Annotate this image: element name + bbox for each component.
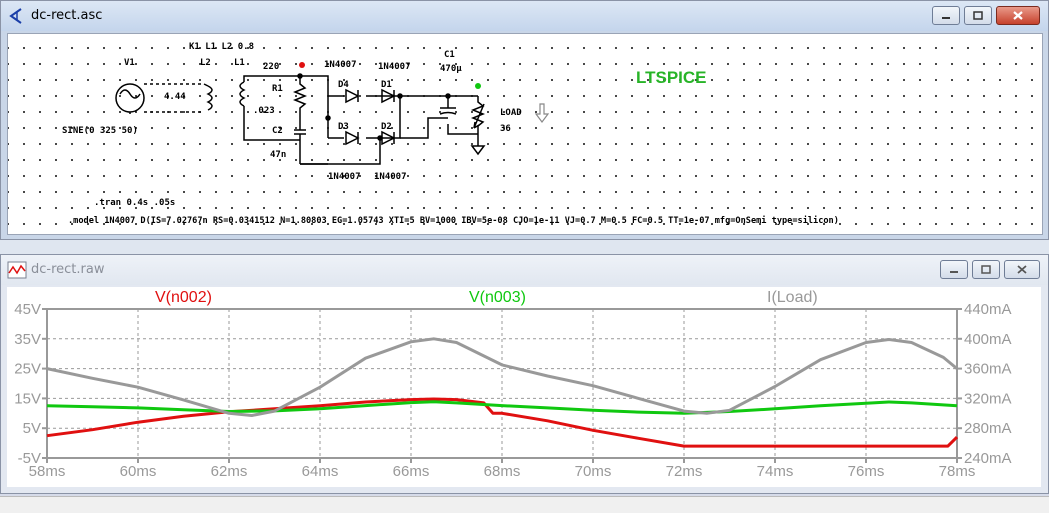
load-resistor-symbol (470, 96, 486, 146)
d4-label: D4 (338, 80, 349, 90)
load-value-label: 36 (500, 124, 511, 134)
y-left-tick-label: -5V (18, 450, 41, 467)
probe-red-dot (299, 62, 305, 68)
y-right-tick-label: 440mA (964, 301, 1012, 318)
x-tick-label: 74ms (757, 463, 794, 480)
maximize-icon (981, 265, 991, 274)
waveform-app-icon (7, 261, 27, 279)
c1-value-label: 470µ (440, 64, 462, 74)
model-directive: .model 1N4007 D(IS=7.02767n RS=0.0341512… (68, 216, 839, 226)
load-label: LOAD (500, 108, 522, 118)
y-right-tick-label: 240mA (964, 450, 1012, 467)
y-left-tick-label: 5V (23, 420, 41, 437)
x-tick-label: 64ms (302, 463, 339, 480)
y-left-tick-label: 15V (14, 390, 41, 407)
coupling-label: K1 L1 L2 0.8 (189, 42, 255, 52)
x-tick-label: 62ms (211, 463, 248, 480)
waveform-chart-svg: 58ms 60ms 62ms 64ms 66ms 68ms 70ms 72ms 74ms 76ms… (14, 301, 1012, 480)
x-tick-label: 60ms (120, 463, 157, 480)
d1-model-label: 1N4007 (378, 62, 411, 72)
y-left-tick-label: 25V (14, 361, 41, 378)
l1-coil-symbol (239, 81, 246, 107)
d3-label: D3 (338, 122, 349, 132)
x-tick-label: 72ms (666, 463, 703, 480)
minimize-icon (950, 270, 958, 273)
current-arrow-icon (534, 103, 550, 123)
x-tick-label: 68ms (484, 463, 521, 480)
waveform-titlebar[interactable]: dc-rect.raw (1, 255, 1048, 285)
d2-label: D2 (381, 122, 392, 132)
y-right-tick-label: 400mA (964, 331, 1012, 348)
wave-maximize-button[interactable] (972, 260, 1000, 279)
minimize-icon (942, 16, 950, 19)
c1-label: C1 (444, 50, 455, 60)
c2-label: C2 (272, 126, 283, 136)
l2-label: L2 (200, 58, 211, 68)
y-left-tick-label: 45V (14, 301, 41, 318)
l1-label: L1 (234, 58, 245, 68)
d4-model-label: 1N4007 (324, 60, 357, 70)
schematic-titlebar[interactable]: dc-rect.asc (1, 1, 1048, 31)
maximize-icon (973, 11, 983, 20)
c1-capacitor-symbol (439, 106, 457, 115)
waveform-window: dc-rect.raw V(n002) V(n003) I(Load) 58ms… (0, 254, 1049, 494)
y-right-tick-label: 320mA (964, 390, 1012, 407)
schematic-title: dc-rect.asc (31, 8, 103, 23)
ground-symbol (470, 145, 486, 156)
l2-coil-symbol (206, 85, 213, 111)
x-tick-label: 70ms (575, 463, 612, 480)
v1-label: V1 (124, 58, 135, 68)
d3-model-label: 1N4007 (328, 172, 361, 182)
probe-green-dot (475, 83, 481, 89)
minimize-button[interactable] (932, 6, 960, 25)
v1-source-symbol (115, 83, 145, 113)
tran-directive: .tran 0.4s .05s (94, 198, 176, 208)
close-button[interactable] (996, 6, 1040, 25)
schematic-window: dc-rect.asc K1 L1 L2 0.8 V1 L2 L1 4.44 2… (0, 0, 1049, 240)
d4-diode-symbol (345, 88, 360, 104)
maximize-button[interactable] (964, 6, 992, 25)
sine-source-label: SINE(0 325 50) (62, 126, 138, 136)
y-right-tick-label: 360mA (964, 361, 1012, 378)
waveform-plot[interactable]: V(n002) V(n003) I(Load) 58ms 60ms 62ms 64ms… (7, 287, 1041, 487)
x-tick-label: 66ms (393, 463, 430, 480)
ltspice-comment: LTSPICE (636, 68, 707, 87)
close-icon (1013, 11, 1023, 20)
ltspice-app-icon (7, 7, 27, 25)
window-gap (0, 240, 1049, 254)
c2-value-label: 47n (270, 150, 287, 160)
status-bar (0, 496, 1049, 513)
r1-resistor-symbol (292, 76, 308, 116)
d1-label: D1 (381, 80, 392, 90)
v1-value-label: 4.44 (164, 92, 186, 102)
schematic-canvas[interactable]: K1 L1 L2 0.8 V1 L2 L1 4.44 220 R1 .023 C… (7, 33, 1043, 235)
x-tick-label: 76ms (848, 463, 885, 480)
close-icon (1017, 265, 1027, 274)
y-right-tick-label: 280mA (964, 420, 1012, 437)
d2-model-label: 1N4007 (374, 172, 407, 182)
l1-value-label: .023 (253, 106, 275, 116)
d3-diode-symbol (345, 130, 360, 146)
wave-minimize-button[interactable] (940, 260, 968, 279)
r1-label: R1 (272, 84, 283, 94)
y-left-tick-label: 35V (14, 331, 41, 348)
waveform-title: dc-rect.raw (31, 262, 105, 277)
wave-close-button[interactable] (1004, 260, 1040, 279)
r1-value-label: 220 (263, 62, 280, 72)
